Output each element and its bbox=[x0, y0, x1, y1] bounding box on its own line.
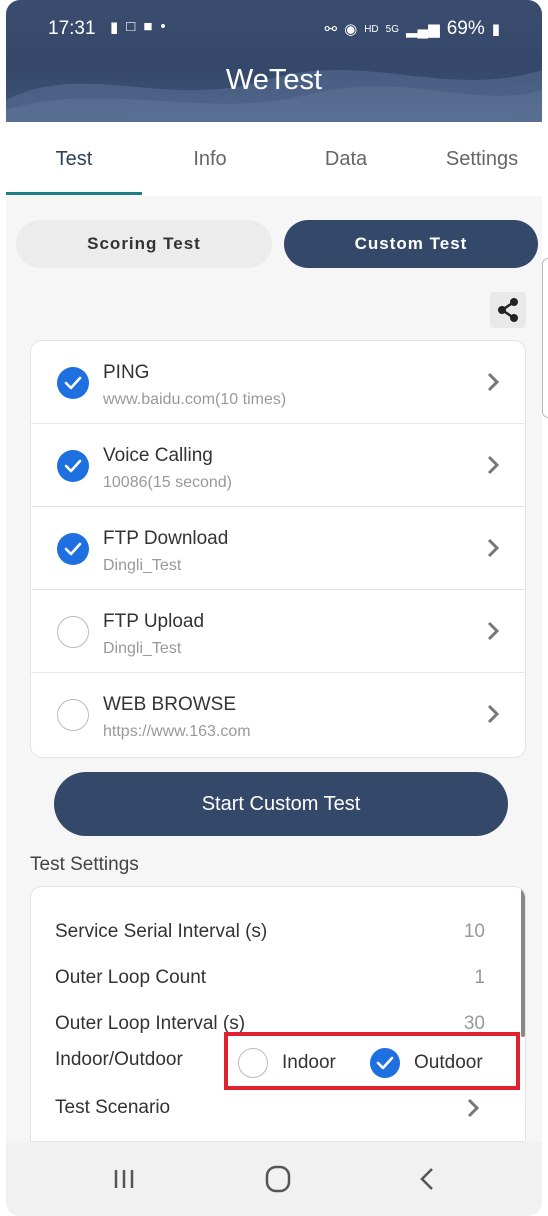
battery-icon: ▮ bbox=[491, 21, 500, 38]
setting-label: Outer Loop Count bbox=[55, 967, 207, 988]
test-detail: 10086(15 second) bbox=[103, 474, 232, 491]
signal-icon: ▂▄▆ bbox=[406, 21, 440, 38]
setting-value: 10 bbox=[463, 921, 485, 942]
status-bar: 17:31 ▮ □ ■ • ⚯ ◉ HD 5G ▂▄▆ 69% ▮ bbox=[6, 14, 542, 44]
setting-row-serial-interval[interactable]: Service Serial Interval (s) 10 bbox=[55, 921, 495, 943]
tab-test[interactable]: Test bbox=[6, 148, 142, 171]
indoor-radio[interactable] bbox=[238, 1048, 268, 1078]
recent-apps-icon[interactable] bbox=[104, 1164, 144, 1194]
test-item-web-browse[interactable]: WEB BROWSE https://www.163.com bbox=[31, 673, 525, 756]
message-icon: ▮ bbox=[110, 19, 119, 36]
cat-icon: ■ bbox=[143, 18, 153, 35]
setting-label: Indoor/Outdoor bbox=[55, 1049, 183, 1070]
settings-card: Service Serial Interval (s) 10 Outer Loo… bbox=[30, 886, 526, 1142]
test-detail: Dingli_Test bbox=[103, 557, 182, 574]
outdoor-radio[interactable] bbox=[370, 1048, 400, 1078]
custom-test-button[interactable]: Custom Test bbox=[284, 220, 538, 268]
chevron-right-icon bbox=[487, 704, 500, 724]
test-list: PING www.baidu.com(10 times) Voice Calli… bbox=[30, 340, 526, 758]
setting-label: Test Scenario bbox=[55, 1097, 171, 1118]
tab-indicator bbox=[6, 192, 142, 195]
share-button[interactable] bbox=[490, 292, 526, 328]
scoring-test-button[interactable]: Scoring Test bbox=[16, 220, 272, 268]
back-icon[interactable] bbox=[408, 1164, 448, 1194]
tab-info[interactable]: Info bbox=[142, 148, 278, 171]
settings-title: Test Settings bbox=[30, 854, 139, 875]
test-name: FTP Upload bbox=[103, 611, 205, 632]
start-custom-test-button[interactable]: Start Custom Test bbox=[54, 772, 508, 836]
checked-icon[interactable] bbox=[57, 450, 89, 482]
setting-label: Service Serial Interval (s) bbox=[55, 921, 268, 942]
test-detail: www.baidu.com(10 times) bbox=[103, 391, 287, 408]
outdoor-label[interactable]: Outdoor bbox=[414, 1052, 483, 1074]
tab-data[interactable]: Data bbox=[278, 148, 414, 171]
chevron-right-icon bbox=[487, 372, 500, 392]
location-icon: ◉ bbox=[344, 21, 358, 38]
app-title: WeTest bbox=[225, 64, 323, 96]
test-item-ftp-upload[interactable]: FTP Upload Dingli_Test bbox=[31, 590, 525, 673]
chevron-right-icon bbox=[487, 455, 500, 475]
unchecked-icon[interactable] bbox=[57, 699, 89, 731]
indoor-label[interactable]: Indoor bbox=[282, 1052, 336, 1074]
test-name: Voice Calling bbox=[103, 445, 213, 466]
setting-label: Outer Loop Interval (s) bbox=[55, 1013, 246, 1034]
system-nav-bar bbox=[6, 1142, 542, 1216]
settings-scrollbar[interactable] bbox=[521, 887, 525, 1037]
indoor-outdoor-radio-group: Indoor Outdoor bbox=[224, 1032, 520, 1090]
chevron-right-icon bbox=[487, 538, 500, 558]
setting-row-outer-loop-count[interactable]: Outer Loop Count 1 bbox=[55, 967, 495, 989]
test-name: FTP Download bbox=[103, 528, 229, 549]
share-icon bbox=[498, 298, 518, 322]
chevron-right-icon bbox=[487, 621, 500, 641]
page-scrollbar[interactable] bbox=[542, 258, 548, 418]
test-detail: https://www.163.com bbox=[103, 723, 251, 740]
home-icon[interactable] bbox=[258, 1164, 298, 1194]
screenshot-icon: □ bbox=[126, 18, 136, 35]
setting-value: 1 bbox=[474, 967, 485, 988]
test-item-ping[interactable]: PING www.baidu.com(10 times) bbox=[31, 341, 525, 424]
tab-bar: Test Info Data Settings bbox=[6, 122, 542, 196]
tab-settings[interactable]: Settings bbox=[414, 148, 548, 171]
status-time: 17:31 bbox=[48, 18, 96, 39]
chevron-right-icon bbox=[467, 1098, 480, 1118]
test-detail: Dingli_Test bbox=[103, 640, 182, 657]
test-name: PING bbox=[103, 362, 150, 383]
main-content: Scoring Test Custom Test PING www.baidu.… bbox=[6, 196, 542, 1142]
app-header: 17:31 ▮ □ ■ • ⚯ ◉ HD 5G ▂▄▆ 69% ▮ WeTest bbox=[6, 0, 542, 122]
battery-label: 69% bbox=[446, 18, 485, 39]
test-name: WEB BROWSE bbox=[103, 694, 237, 715]
network-hd-label: HD bbox=[364, 23, 379, 35]
network-type-label: 5G bbox=[385, 23, 399, 35]
test-item-voice-calling[interactable]: Voice Calling 10086(15 second) bbox=[31, 424, 525, 507]
unchecked-icon[interactable] bbox=[57, 616, 89, 648]
setting-row-test-scenario[interactable]: Test Scenario bbox=[55, 1097, 495, 1119]
key-icon: ⚯ bbox=[324, 21, 338, 38]
checked-icon[interactable] bbox=[57, 367, 89, 399]
test-item-ftp-download[interactable]: FTP Download Dingli_Test bbox=[31, 507, 525, 590]
checked-icon[interactable] bbox=[57, 533, 89, 565]
dot-icon: • bbox=[160, 18, 166, 35]
